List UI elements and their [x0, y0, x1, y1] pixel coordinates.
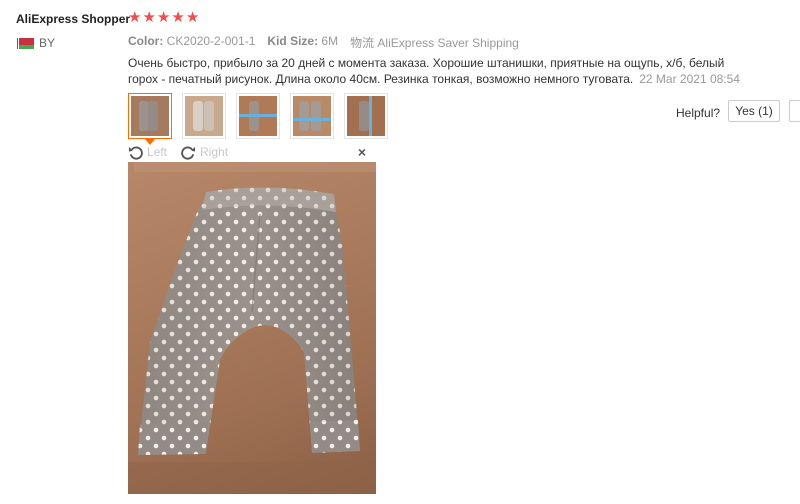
star-icon: ★: [156, 9, 171, 26]
review-photo-large: [128, 162, 376, 494]
pants-photo: [128, 162, 376, 494]
thumbnail-photo-3[interactable]: [236, 93, 280, 139]
belarus-flag-icon: [16, 37, 34, 49]
rotate-right-button[interactable]: Right: [181, 145, 228, 160]
rotate-left-button[interactable]: Left: [128, 145, 167, 160]
thumbnail-photo-1[interactable]: [128, 93, 172, 145]
star-icon: ★: [185, 9, 200, 26]
star-icon: ★: [142, 9, 156, 26]
thumbnail-photo-5[interactable]: [344, 93, 388, 139]
thumbnail-photo-4[interactable]: [290, 93, 334, 139]
rotate-left-label: Left: [147, 145, 168, 159]
shipping-info: 物流 AliExpress Saver Shipping: [350, 36, 519, 50]
country-code: BY: [39, 36, 56, 50]
reviewer-name: AliExpress Shopper: [16, 12, 131, 26]
review-body: Очень быстро, прибыло за 20 дней с момен…: [128, 56, 725, 86]
review-content: Очень быстро, прибыло за 20 дней с момен…: [128, 55, 756, 87]
star-icon: ★: [171, 9, 185, 26]
thumbnail-photo-2[interactable]: [182, 93, 226, 139]
rotate-right-label: Right: [200, 145, 229, 159]
reviewer-country: BY: [16, 36, 55, 50]
star-rating: ★ ★ ★ ★ ★: [128, 10, 199, 26]
review-date: 22 Mar 2021 08:54: [639, 72, 740, 86]
size-info: Kid Size: 6M: [267, 34, 339, 48]
image-viewer-toolbar: Left Right ×: [128, 142, 376, 162]
star-icon: ★: [128, 9, 142, 26]
review-thumbnails: [128, 93, 388, 145]
rotate-left-icon: [128, 145, 143, 160]
order-details: Color: CK2020-2-001-1 Kid Size: 6M 物流 Al…: [128, 34, 519, 51]
close-icon[interactable]: ×: [358, 144, 366, 160]
rotate-right-icon: [181, 145, 196, 160]
helpful-no-button[interactable]: [789, 100, 800, 122]
color-info: Color: CK2020-2-001-1: [128, 34, 256, 48]
helpful-yes-button[interactable]: Yes (1): [728, 100, 780, 122]
helpful-label: Helpful?: [676, 106, 721, 120]
